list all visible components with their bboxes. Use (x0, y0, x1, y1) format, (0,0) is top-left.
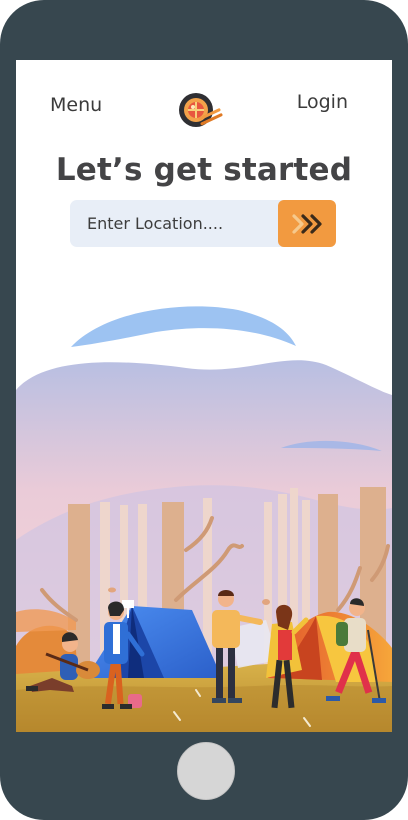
food-plate-logo-icon (179, 93, 223, 127)
location-search (70, 200, 336, 247)
phone-frame: Menu Login Let’s get started (0, 0, 408, 820)
camping-illustration (16, 306, 392, 732)
home-button[interactable] (177, 742, 235, 800)
login-link[interactable]: Login (297, 91, 348, 113)
app-screen: Menu Login Let’s get started (16, 60, 392, 732)
location-input[interactable] (70, 200, 276, 247)
page-title: Let’s get started (55, 152, 353, 188)
menu-link[interactable]: Menu (50, 94, 102, 116)
search-submit-button[interactable] (278, 200, 336, 247)
double-chevron-right-icon (292, 213, 322, 234)
